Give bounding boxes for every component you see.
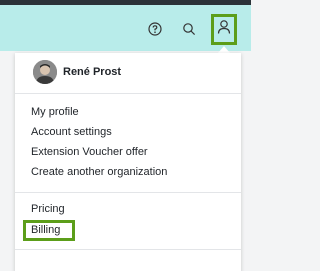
menu-item-create-organization[interactable]: Create another organization — [31, 166, 167, 178]
avatar — [33, 60, 57, 84]
dropdown-pointer — [218, 46, 230, 53]
divider — [15, 249, 241, 250]
menu-item-account-settings[interactable]: Account settings — [31, 126, 112, 138]
menu-item-pricing[interactable]: Pricing — [31, 203, 65, 215]
menu-item-billing[interactable]: Billing — [31, 224, 60, 236]
divider — [15, 192, 241, 193]
help-icon[interactable] — [144, 18, 166, 40]
menu-item-my-profile[interactable]: My profile — [31, 106, 79, 118]
user-icon — [217, 19, 231, 40]
menu-item-extension-voucher[interactable]: Extension Voucher offer — [31, 146, 148, 158]
profile-row: René Prost — [15, 53, 241, 93]
user-name: René Prost — [63, 66, 122, 78]
user-menu-button[interactable] — [211, 14, 237, 45]
divider — [15, 93, 241, 94]
user-dropdown-menu: René Prost My profile Account settings E… — [15, 53, 241, 271]
search-icon[interactable] — [178, 18, 200, 40]
app-header — [0, 5, 251, 51]
